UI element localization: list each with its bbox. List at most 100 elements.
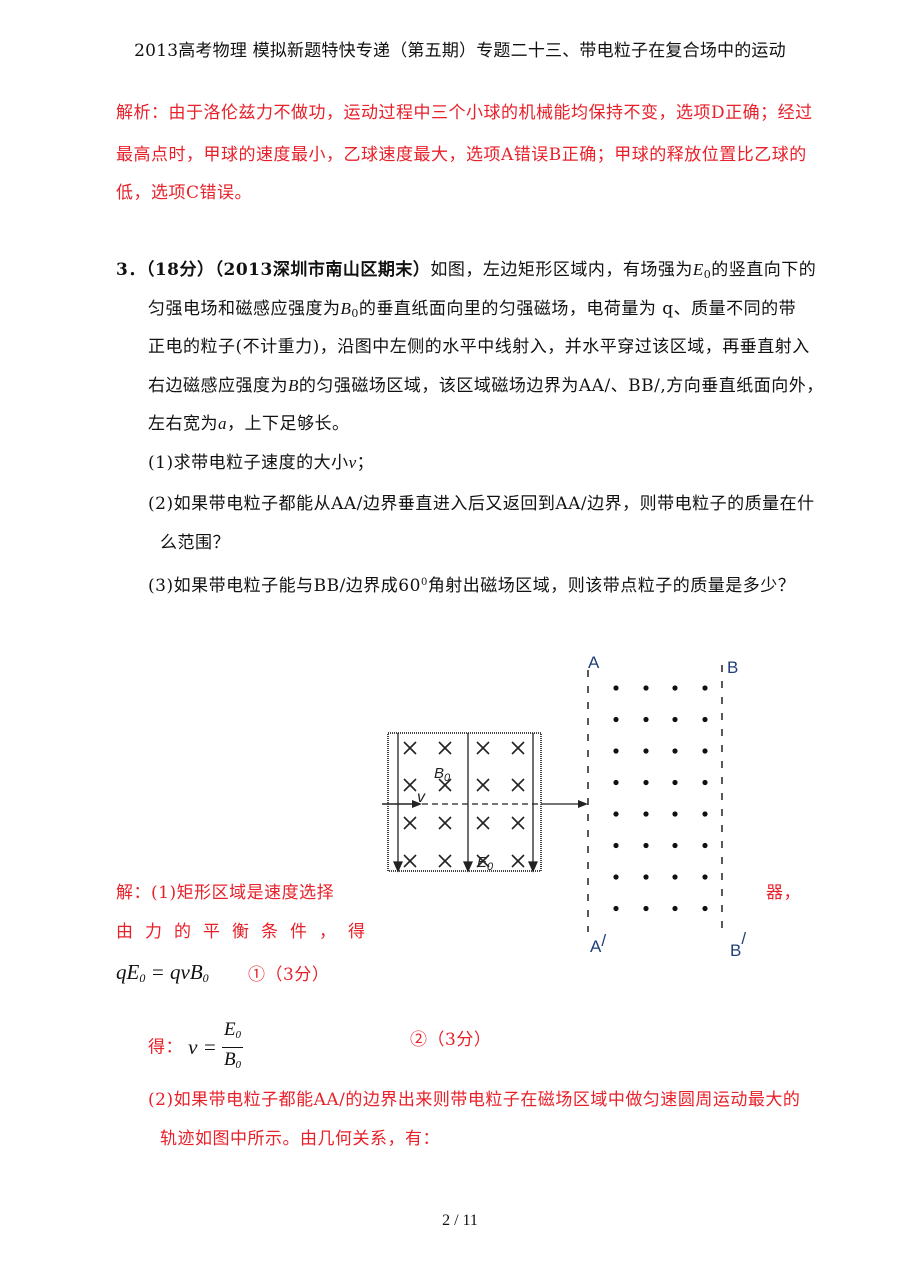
symbol-B0: B (340, 299, 352, 318)
question-3-line-2: 匀强电场和磁感应强度为B0的垂直纸面向里的匀强磁场，电荷量为 q、质量不同的带 (148, 299, 796, 324)
eq1-lhs: qE (116, 960, 140, 984)
eq2-numerator: E (223, 1019, 236, 1040)
symbol-v: v (348, 453, 357, 472)
dot-symbol (643, 716, 649, 723)
equation-1: qE0 = qvB0 (116, 960, 209, 986)
label-B0: B0 (434, 765, 451, 784)
page-number: 2 / 11 (442, 1212, 478, 1229)
dot-symbol (702, 779, 708, 786)
cross-symbol (438, 816, 452, 830)
analysis-line-3: 低，选项C错误。 (116, 183, 253, 203)
exit-arrow-head (578, 800, 588, 808)
field-arrow-head (527, 861, 539, 873)
cross-symbol (403, 816, 417, 830)
physics-figure: B0 v E0 A B A/ B/ (382, 653, 746, 960)
dot-symbol (672, 748, 678, 754)
solution-line-1a: 解：(1)矩形区域是速度选择 (116, 883, 335, 903)
solution-line-1b: 器， (766, 883, 801, 903)
dot-symbol (702, 842, 708, 849)
solution-line-2: 由力的平衡条件，得 (116, 922, 377, 942)
sub-question-2-line-1: (2)如果带电粒子都能从AA/边界垂直进入后又返回到AA/边界，则带电粒子的质量… (148, 494, 815, 514)
question-source: （2013深圳市南山区期末） (214, 260, 431, 280)
analysis-line-1: 解析：由于洛伦兹力不做功，运动过程中三个小球的机械能均保持不变，选项D正确；经过 (116, 103, 813, 123)
question-text: ，上下足够长。 (227, 414, 350, 434)
question-text: 如图，左边矩形区域内，有场强为 (430, 260, 693, 280)
dot-symbol (672, 811, 678, 817)
dot-symbol (613, 905, 619, 912)
cross-symbol (476, 778, 490, 792)
eq2-numerator-sub: 0 (235, 1029, 242, 1041)
label-A-prime: A/ (590, 931, 606, 956)
eq2-fraction: E0 B0 (221, 1018, 244, 1077)
symbol-B: B (288, 376, 299, 395)
label-E0: E0 (477, 854, 494, 873)
dot-symbol (613, 685, 619, 691)
cross-symbol (511, 816, 525, 830)
question-text: ； (356, 453, 375, 473)
velocity-selector-region (387, 732, 542, 872)
label-A: A (588, 653, 600, 672)
question-score: （18分） (145, 260, 215, 280)
dot-symbol (672, 685, 678, 691)
question-3-line-1: 3．（18分）（2013深圳市南山区期末）如图，左边矩形区域内，有场强为E0的竖… (116, 260, 816, 285)
cross-symbol (476, 741, 490, 755)
question-text: 的匀强磁场区域，该区域磁场边界为AA/、BB/,方向垂直纸面向外， (298, 376, 824, 396)
dot-symbol (702, 905, 708, 912)
cross-symbol (403, 854, 417, 868)
dot-symbol (702, 748, 708, 754)
question-text: 左右宽为 (148, 414, 218, 434)
question-text: (3)如果带电粒子能与BB/边界成60 (148, 576, 421, 596)
eq1-sub2: 0 (202, 971, 209, 985)
question-number: 3． (116, 260, 146, 280)
question-text: 的竖直向下的 (711, 260, 817, 280)
eq2-denominator: B (223, 1049, 236, 1070)
equation-2: 得： v = E0 B0 (148, 1018, 244, 1077)
symbol-E0: E (692, 260, 704, 279)
field-arrow-head (462, 861, 474, 873)
dot-symbol (643, 811, 649, 817)
label-B-prime: B/ (730, 929, 746, 960)
dot-symbol (613, 874, 619, 880)
symbol-B0-sub: 0 (351, 307, 359, 320)
symbol-a: a (218, 414, 227, 433)
dot-symbol (672, 905, 678, 912)
dot-symbol (702, 685, 708, 691)
question-text: 的垂直纸面向里的匀强磁场，电荷量为 q、质量不同的带 (358, 299, 797, 319)
magnetic-field-out-of-page (613, 685, 708, 912)
field-arrow-head (392, 861, 404, 873)
equation-2-tag: ②（3分） (410, 1030, 492, 1050)
cross-symbol (511, 854, 525, 868)
cross-symbol (511, 778, 525, 792)
dot-symbol (643, 685, 649, 691)
degree-superscript: 0 (420, 577, 428, 588)
dot-symbol (672, 716, 678, 723)
cross-symbol (438, 854, 452, 868)
dot-symbol (702, 874, 708, 880)
dot-symbol (672, 874, 678, 880)
cross-symbol (438, 741, 452, 755)
question-text: 匀强电场和磁感应强度为 (148, 299, 341, 319)
dot-symbol (672, 779, 678, 786)
sub-question-2-line-2: 么范围？ (160, 533, 230, 553)
label-B: B (727, 658, 738, 677)
dot-symbol (613, 779, 619, 786)
dot-symbol (702, 716, 708, 723)
dot-symbol (613, 842, 619, 849)
cross-symbol (403, 778, 417, 792)
solution-part2-line-1: (2)如果带电粒子都能AA/的边界出来则带电粒子在磁场区域中做匀速圆周运动最大的 (148, 1090, 801, 1110)
dot-symbol (702, 811, 708, 817)
eq2-lhs: v = (188, 1035, 217, 1059)
cross-symbol (511, 741, 525, 755)
solution-part2-line-2: 轨迹如图中所示。由几何关系，有： (160, 1129, 440, 1149)
eq2-prefix: 得： (148, 1037, 183, 1058)
analysis-line-2: 最高点时，甲球的速度最小，乙球速度最大，选项A错误B正确；甲球的释放位置比乙球的 (116, 145, 807, 165)
dot-symbol (643, 748, 649, 754)
sub-question-3: (3)如果带电粒子能与BB/边界成600角射出磁场区域，则该带点粒子的质量是多少… (148, 573, 795, 596)
question-3-line-5: 左右宽为a，上下足够长。 (148, 414, 350, 434)
dot-symbol (643, 779, 649, 786)
dot-symbol (643, 874, 649, 880)
question-text: 角射出磁场区域，则该带点粒子的质量是多少？ (427, 576, 796, 596)
cross-symbol (403, 741, 417, 755)
dot-symbol (613, 748, 619, 754)
cross-symbol (476, 816, 490, 830)
